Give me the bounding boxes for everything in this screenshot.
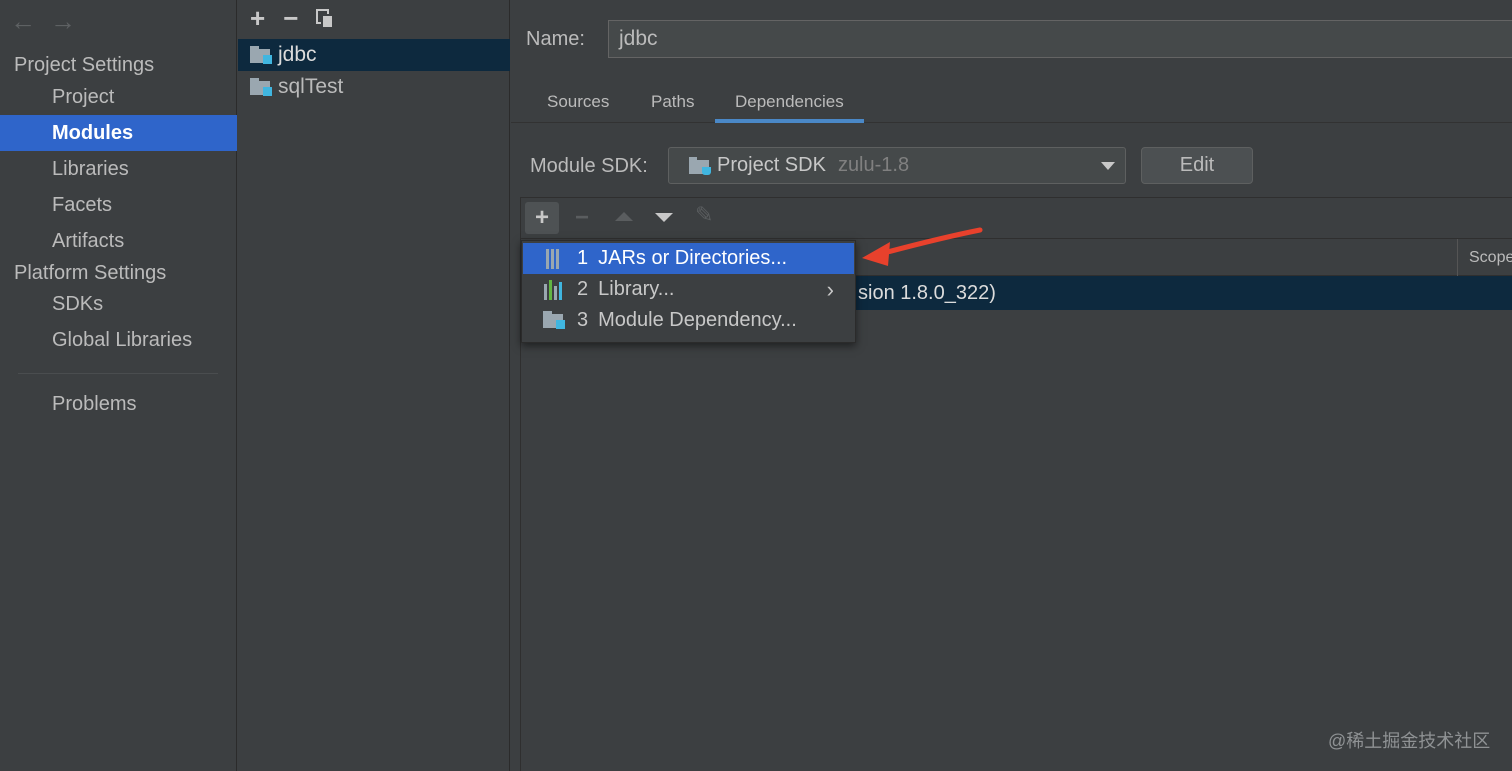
module-item-sqltest[interactable]: sqlTest [238,71,510,103]
add-module-icon[interactable]: + [250,4,265,32]
module-folder-icon [250,78,272,96]
project-settings-header: Project Settings [14,54,155,76]
module-icon [543,310,565,331]
remove-module-icon[interactable]: − [283,4,298,32]
module-tabs: Sources Paths Dependencies [511,83,1512,123]
sidebar-item-sdks[interactable]: SDKs [0,286,237,322]
scope-column-header[interactable]: Scope [1457,239,1512,277]
module-item-jdbc[interactable]: jdbc [238,39,510,71]
watermark: @稀土掘金技术社区 [1328,731,1491,751]
nav-arrows: ← → [10,8,76,34]
library-icon [543,279,565,300]
move-up-icon[interactable] [615,212,633,221]
module-sdk-label: Module SDK: [530,155,648,177]
settings-sidebar: ← → Project Settings Project Modules Lib… [0,0,237,771]
forward-arrow-icon[interactable]: → [50,8,76,34]
module-detail-panel: Name: jdbc Sources Paths Dependencies Mo… [511,0,1512,771]
menu-item-number: 1 [577,247,589,269]
project-structure-dialog: ← → Project Settings Project Modules Lib… [0,0,1512,771]
module-list-toolbar: + − [250,4,335,32]
module-name-field[interactable]: jdbc [608,20,1512,58]
edit-pencil-icon[interactable]: ✎ [695,202,713,228]
dependencies-toolbar: + − ✎ [521,198,1512,238]
module-folder-icon [250,46,272,64]
chevron-right-icon: › [826,277,834,302]
platform-settings-header: Platform Settings [14,262,167,284]
module-sdk-dropdown[interactable]: Project SDK zulu-1.8 [668,147,1126,184]
menu-item-jars-or-directories[interactable]: 1 JARs or Directories... [523,243,854,274]
name-label: Name: [526,28,585,50]
edit-sdk-button[interactable]: Edit [1141,147,1253,184]
menu-item-number: 3 [577,309,589,331]
jar-directory-icon [543,248,565,269]
sidebar-item-global-libraries[interactable]: Global Libraries [0,322,237,358]
module-label: sqlTest [278,75,344,98]
tab-paths[interactable]: Paths [631,83,714,123]
sidebar-item-artifacts[interactable]: Artifacts [0,223,237,259]
sidebar-item-libraries[interactable]: Libraries [0,151,237,187]
sidebar-item-modules[interactable]: Modules [0,115,237,151]
copy-module-icon[interactable] [316,9,335,29]
menu-item-label: Module Dependency... [598,309,797,331]
menu-item-label: JARs or Directories... [598,247,788,269]
module-list-panel: + − jdbc sqlTest [238,0,510,771]
sidebar-item-project[interactable]: Project [0,79,237,115]
sidebar-item-facets[interactable]: Facets [0,187,237,223]
back-arrow-icon[interactable]: ← [10,8,36,34]
menu-item-number: 2 [577,278,589,300]
menu-item-library[interactable]: 2 Library... › [523,274,854,305]
annotation-arrow-icon [862,227,983,266]
move-down-icon[interactable] [655,213,673,222]
sdk-row-text: sion 1.8.0_322) [858,282,996,304]
add-dependency-button[interactable]: + [525,202,559,234]
menu-item-label: Library... [598,278,675,300]
sdk-detail: zulu-1.8 [837,154,910,176]
add-dependency-popup: 1 JARs or Directories... 2 Library... › … [521,240,856,343]
sidebar-divider [18,373,218,374]
tab-sources[interactable]: Sources [527,83,629,123]
sidebar-item-problems[interactable]: Problems [0,386,237,422]
module-label: jdbc [278,43,317,66]
remove-dependency-button[interactable]: − [565,202,599,234]
sdk-value: Project SDK [717,154,826,176]
tab-dependencies[interactable]: Dependencies [715,83,864,123]
menu-item-module-dependency[interactable]: 3 Module Dependency... [523,305,854,336]
chevron-down-icon [1101,162,1115,170]
sdk-folder-icon [689,156,711,175]
